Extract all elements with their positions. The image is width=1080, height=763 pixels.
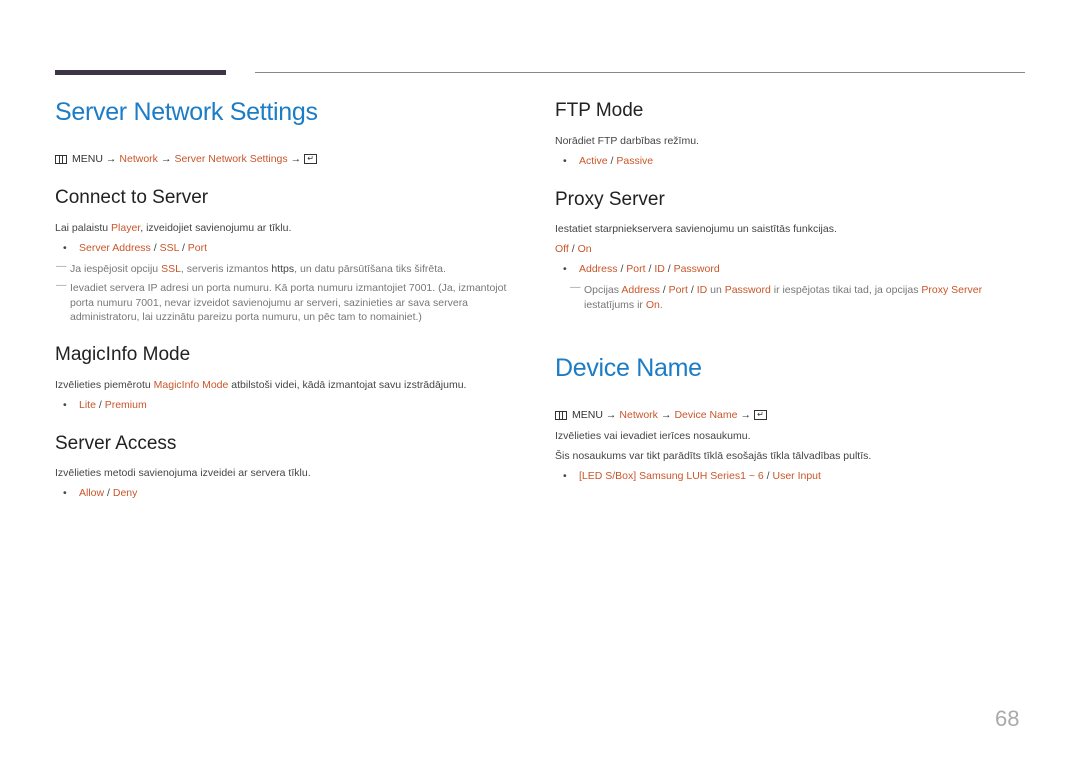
highlight-port: Port <box>668 284 688 296</box>
option-port[interactable]: Port <box>188 242 207 254</box>
bullet-icon: • <box>563 470 567 482</box>
text: , serveris izmantos <box>180 263 272 275</box>
separator: / <box>568 243 578 255</box>
section-heading-server-access: Server Access <box>55 433 177 454</box>
text: Izvēlieties piemērotu <box>55 379 154 391</box>
separator: / <box>95 399 105 411</box>
server-access-description: Izvēlieties metodi savienojuma izveidei … <box>55 467 311 479</box>
bullet-icon: • <box>563 263 567 275</box>
note-dash-icon: ― <box>56 279 67 291</box>
magicinfo-mode-description: Izvēlieties piemērotu MagicInfo Mode atb… <box>55 379 466 391</box>
breadcrumb-menu: MENU <box>72 153 103 165</box>
note-dash-icon: ― <box>570 281 581 293</box>
page-number: 68 <box>995 706 1020 731</box>
enter-icon: ↵ <box>304 154 318 164</box>
separator: / <box>645 263 655 275</box>
header-divider <box>255 72 1025 73</box>
highlight-id: ID <box>696 284 708 296</box>
text: Lai palaistu <box>55 222 112 234</box>
option-active[interactable]: Active <box>579 155 608 167</box>
ftp-mode-description: Norādiet FTP darbības režīmu. <box>555 135 699 147</box>
option-off[interactable]: Off <box>555 243 569 255</box>
proxy-server-description: Iestatiet starpniekservera savienojumu u… <box>555 223 837 235</box>
note-ssl: ― Ja iespējosit opciju SSL, serveris izm… <box>55 260 525 277</box>
bullet-icon: • <box>63 399 67 411</box>
section-heading-magicinfo-mode: MagicInfo Mode <box>55 344 191 365</box>
separator: / <box>664 263 674 275</box>
text: Opcijas <box>584 284 622 296</box>
proxy-server-states: Off / On <box>555 243 592 255</box>
option-id[interactable]: ID <box>654 263 665 275</box>
section-heading-proxy-server: Proxy Server <box>555 189 665 210</box>
section-heading-ftp-mode: FTP Mode <box>555 100 644 121</box>
breadcrumb: MENU → Network → Server Network Settings… <box>55 153 318 165</box>
section-heading-connect-to-server: Connect to Server <box>55 187 209 208</box>
option-password[interactable]: Password <box>674 263 720 275</box>
text: ir iespējotas tikai tad, ja opcijas <box>770 284 922 296</box>
note-proxy-options: ― Opcijas Address / Port / ID un Passwor… <box>569 281 1034 312</box>
section-title-device-name: Device Name <box>555 354 702 382</box>
arrow-icon: → <box>290 153 302 165</box>
option-allow[interactable]: Allow <box>79 487 104 499</box>
separator: / <box>687 284 697 296</box>
option-on[interactable]: On <box>578 243 592 255</box>
option-lite[interactable]: Lite <box>79 399 96 411</box>
page-title: Server Network Settings <box>55 98 318 126</box>
text: Ievadiet servera IP adresi un porta numu… <box>70 282 507 323</box>
device-name-description-2: Šis nosaukums var tikt parādīts tīklā es… <box>555 450 872 462</box>
breadcrumb-server-network-settings[interactable]: Server Network Settings <box>174 153 287 165</box>
highlight-player: Player <box>111 222 141 234</box>
option-user-input[interactable]: User Input <box>772 470 820 482</box>
separator: / <box>150 242 160 254</box>
text: atbilstoši videi, kādā izmantojat savu i… <box>228 379 467 391</box>
text: Ja iespējosit opciju <box>70 263 162 275</box>
option-ssl[interactable]: SSL <box>160 242 179 254</box>
text: , izveidojiet savienojumu ar tīklu. <box>140 222 292 234</box>
bullet-icon: • <box>563 155 567 167</box>
arrow-icon: → <box>160 153 172 165</box>
arrow-icon: → <box>105 153 117 165</box>
option-premium[interactable]: Premium <box>105 399 147 411</box>
separator: / <box>659 284 669 296</box>
text-https: https <box>271 263 295 275</box>
separator: / <box>179 242 188 254</box>
breadcrumb-network[interactable]: Network <box>119 153 158 165</box>
arrow-icon: → <box>660 409 672 421</box>
bullet-icon: • <box>63 487 67 499</box>
separator: / <box>617 263 627 275</box>
breadcrumb-device-name: MENU → Network → Device Name → ↵ <box>555 409 767 421</box>
highlight-proxy-server: Proxy Server <box>921 284 983 296</box>
breadcrumb-menu: MENU <box>572 409 603 421</box>
note-port: ― Ievadiet servera IP adresi un porta nu… <box>55 279 525 325</box>
separator: / <box>104 487 113 499</box>
highlight-on: On <box>645 298 660 311</box>
option-samsung-luh-series[interactable]: [LED S/Box] Samsung LUH Series1 ~ 6 <box>579 470 764 482</box>
breadcrumb-device-name-item[interactable]: Device Name <box>674 409 737 421</box>
note-dash-icon: ― <box>56 260 67 272</box>
text: , un datu pārsūtīšana tiks šifrēta. <box>294 263 446 275</box>
menu-icon <box>555 410 567 420</box>
highlight-address: Address <box>621 284 660 296</box>
arrow-icon: → <box>605 409 617 421</box>
bullet-icon: • <box>63 242 67 254</box>
breadcrumb-network[interactable]: Network <box>619 409 658 421</box>
text: un <box>707 284 725 296</box>
highlight-ssl: SSL <box>161 263 181 275</box>
text: iestatījums ir <box>584 298 646 311</box>
option-port[interactable]: Port <box>626 263 645 275</box>
arrow-icon: → <box>740 409 751 421</box>
option-server-address[interactable]: Server Address <box>79 242 151 254</box>
device-name-description-1: Izvēlieties vai ievadiet ierīces nosauku… <box>555 430 751 442</box>
enter-icon: ↵ <box>753 410 767 420</box>
highlight-magicinfo-mode: MagicInfo Mode <box>153 379 229 391</box>
text: . <box>659 298 663 311</box>
option-address[interactable]: Address <box>579 263 618 275</box>
menu-icon <box>55 154 67 164</box>
connect-to-server-description: Lai palaistu Player, izveidojiet savieno… <box>55 222 291 234</box>
option-passive[interactable]: Passive <box>616 155 653 167</box>
highlight-password: Password <box>724 284 771 296</box>
header-accent-bar <box>55 70 226 75</box>
option-deny[interactable]: Deny <box>113 487 138 499</box>
